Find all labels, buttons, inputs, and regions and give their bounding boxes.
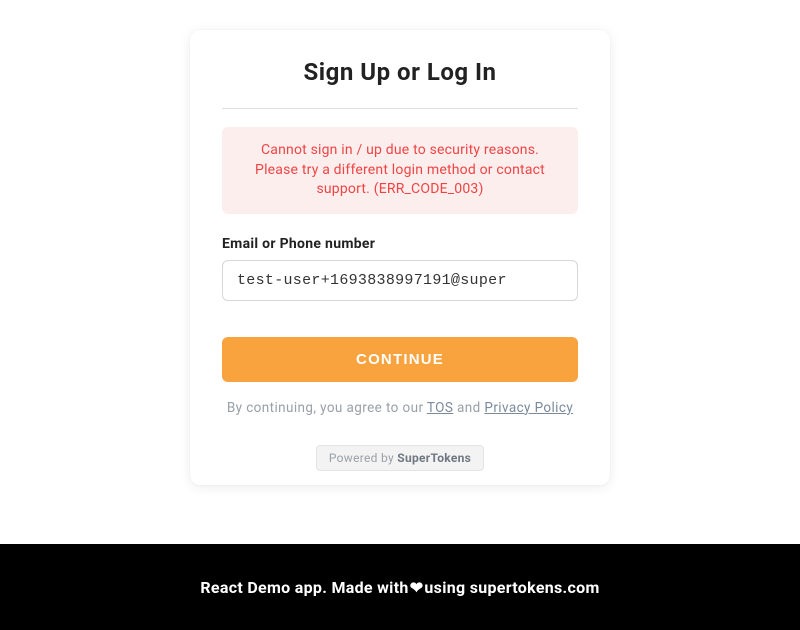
error-message: Cannot sign in / up due to security reas…: [222, 127, 578, 214]
legal-and: and: [457, 400, 484, 416]
auth-card: Sign Up or Log In Cannot sign in / up du…: [190, 30, 610, 485]
powered-by-badge: Powered by SuperTokens: [316, 445, 484, 471]
footer-bar: React Demo app. Made with ❤ using supert…: [0, 544, 800, 630]
powered-prefix: Powered by: [329, 451, 397, 465]
email-field-label: Email or Phone number: [222, 236, 578, 252]
legal-text: By continuing, you agree to our TOS and …: [222, 398, 578, 420]
email-phone-input[interactable]: [222, 260, 578, 301]
footer-text-before: React Demo app. Made with: [200, 578, 408, 597]
divider: [222, 108, 578, 109]
powered-brand: SuperTokens: [397, 451, 471, 465]
footer-text-after: using supertokens.com: [424, 578, 599, 597]
tos-link[interactable]: TOS: [427, 400, 453, 416]
continue-button[interactable]: CONTINUE: [222, 337, 578, 382]
page-title: Sign Up or Log In: [222, 58, 578, 86]
heart-icon: ❤: [410, 578, 424, 597]
powered-wrap: Powered by SuperTokens: [222, 445, 578, 471]
privacy-link[interactable]: Privacy Policy: [484, 400, 573, 416]
legal-prefix: By continuing, you agree to our: [227, 400, 427, 416]
